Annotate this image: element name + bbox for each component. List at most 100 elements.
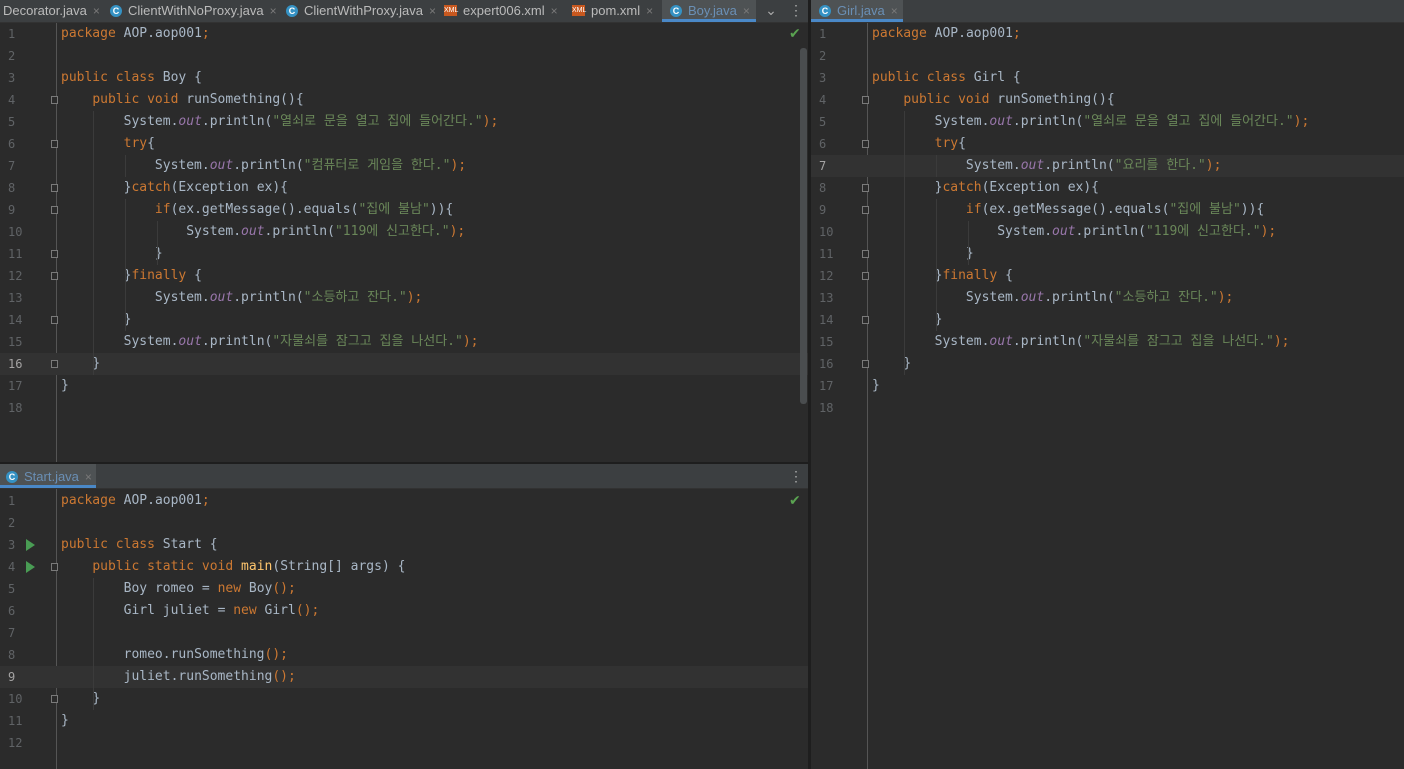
code-line[interactable]: 4 public void runSomething(){	[811, 89, 1404, 111]
fold-marker-icon[interactable]	[51, 563, 58, 571]
code-line[interactable]: 15 System.out.println("자물쇠를 잠그고 집을 나선다."…	[0, 331, 808, 353]
code-line[interactable]: 12 }finally {	[811, 265, 1404, 287]
code-line[interactable]: 1 package AOP.aop001;	[0, 23, 808, 45]
fold-marker-icon[interactable]	[862, 360, 869, 368]
close-icon[interactable]: ×	[85, 470, 92, 484]
code-line[interactable]: 5 System.out.println("열쇠로 문을 열고 집에 들어간다.…	[0, 111, 808, 133]
tab-decorator[interactable]: Decorator.java ×	[0, 0, 100, 22]
code-line[interactable]: 16 }	[811, 353, 1404, 375]
fold-marker-icon[interactable]	[862, 184, 869, 192]
code-line[interactable]: 11}	[0, 710, 808, 732]
tab-expert006-xml[interactable]: XML expert006.xml ×	[440, 0, 562, 22]
fold-marker-icon[interactable]	[862, 140, 869, 148]
bottom-tab-bar: C Start.java × ⋮	[0, 464, 808, 489]
code-line[interactable]: 12	[0, 732, 808, 754]
code-line[interactable]: 13 System.out.println("소등하고 잔다.");	[0, 287, 808, 309]
tab-list-dropdown-icon[interactable]: ⌄	[759, 0, 783, 22]
code-line[interactable]: 14 }	[811, 309, 1404, 331]
code-line[interactable]: 9 if(ex.getMessage().equals("집에 불남")){	[811, 199, 1404, 221]
code-line[interactable]: 1 package AOP.aop001;	[0, 490, 808, 512]
code-line[interactable]: 18	[0, 397, 808, 419]
code-line[interactable]: 17}	[0, 375, 808, 397]
code-line[interactable]: 13 System.out.println("소등하고 잔다.");	[811, 287, 1404, 309]
fold-marker-icon[interactable]	[51, 250, 58, 258]
close-icon[interactable]: ×	[646, 4, 653, 18]
line-number: 4	[8, 93, 16, 107]
tab-client-with-proxy[interactable]: C ClientWithProxy.java ×	[280, 0, 436, 22]
fold-marker-icon[interactable]	[51, 360, 58, 368]
more-options-icon[interactable]: ⋮	[784, 464, 808, 488]
code-line[interactable]: 9 juliet.runSomething();	[0, 666, 808, 688]
fold-marker-icon[interactable]	[862, 206, 869, 214]
code-line[interactable]: 18	[811, 397, 1404, 419]
tab-pom-xml[interactable]: XML pom.xml ×	[568, 0, 660, 22]
tab-client-with-no-proxy[interactable]: C ClientWithNoProxy.java ×	[104, 0, 277, 22]
fold-marker-icon[interactable]	[51, 695, 58, 703]
fold-marker-icon[interactable]	[51, 272, 58, 280]
close-icon[interactable]: ×	[93, 4, 100, 18]
code-line[interactable]: 4 public void runSomething(){	[0, 89, 808, 111]
fold-marker-icon[interactable]	[51, 184, 58, 192]
code-line[interactable]: 4 public static void main(String[] args)…	[0, 556, 808, 578]
close-icon[interactable]: ×	[429, 4, 436, 18]
tab-boy-java[interactable]: C Boy.java ×	[662, 0, 756, 22]
more-options-icon[interactable]: ⋮	[784, 0, 808, 22]
code-line[interactable]: 7 System.out.println("요리를 한다.");	[811, 155, 1404, 177]
fold-marker-icon[interactable]	[862, 96, 869, 104]
code-line[interactable]: 11 }	[811, 243, 1404, 265]
code-line[interactable]: 7 System.out.println("컴퓨터로 게임을 한다.");	[0, 155, 808, 177]
code-line[interactable]: 3 public class Start {	[0, 534, 808, 556]
code-line[interactable]: 8 }catch(Exception ex){	[0, 177, 808, 199]
code-line[interactable]: 8 romeo.runSomething();	[0, 644, 808, 666]
fold-marker-icon[interactable]	[862, 250, 869, 258]
fold-marker-icon[interactable]	[862, 272, 869, 280]
run-gutter-icon[interactable]	[26, 561, 35, 573]
code-line[interactable]: 10 System.out.println("119에 신고한다.");	[811, 221, 1404, 243]
code-line[interactable]: 7	[0, 622, 808, 644]
fold-marker-icon[interactable]	[51, 316, 58, 324]
code-line[interactable]: 5 Boy romeo = new Boy();	[0, 578, 808, 600]
code-line[interactable]: 11 }	[0, 243, 808, 265]
close-icon[interactable]: ×	[743, 4, 750, 18]
code-line[interactable]: 6 try{	[811, 133, 1404, 155]
tab-start-java[interactable]: C Start.java ×	[0, 464, 96, 488]
code-line[interactable]: 3 public class Girl {	[811, 67, 1404, 89]
no-problems-check-icon: ✔	[789, 26, 801, 42]
code-line[interactable]: 10 }	[0, 688, 808, 710]
code-area[interactable]: 1 package AOP.aop001; 2 3 public class Girl …	[811, 23, 1404, 769]
xml-file-icon: XML	[572, 5, 587, 17]
code-text: }	[61, 713, 69, 728]
line-number: 14	[819, 313, 834, 327]
fold-marker-icon[interactable]	[51, 96, 58, 104]
code-line[interactable]: 15 System.out.println("자물쇠를 잠그고 집을 나선다."…	[811, 331, 1404, 353]
fold-marker-icon[interactable]	[51, 206, 58, 214]
code-line[interactable]: 9 if(ex.getMessage().equals("집에 불남")){	[0, 199, 808, 221]
code-line[interactable]: 16 }	[0, 353, 808, 375]
code-line[interactable]: 5 System.out.println("열쇠로 문을 열고 집에 들어간다.…	[811, 111, 1404, 133]
code-line[interactable]: 12 }finally {	[0, 265, 808, 287]
code-line[interactable]: 1 package AOP.aop001;	[811, 23, 1404, 45]
code-line[interactable]: 6 try{	[0, 133, 808, 155]
code-area[interactable]: 1 package AOP.aop001; 2 3 public class Start…	[0, 490, 808, 769]
code-line[interactable]: 14 }	[0, 309, 808, 331]
code-line[interactable]: 10 System.out.println("119에 신고한다.");	[0, 221, 808, 243]
fold-marker-icon[interactable]	[51, 140, 58, 148]
code-line[interactable]: 2	[0, 45, 808, 67]
code-line[interactable]: 8 }catch(Exception ex){	[811, 177, 1404, 199]
close-icon[interactable]: ×	[270, 4, 277, 18]
close-icon[interactable]: ×	[551, 4, 558, 18]
line-number: 3	[819, 71, 827, 85]
fold-marker-icon[interactable]	[862, 316, 869, 324]
code-line[interactable]: 3 public class Boy {	[0, 67, 808, 89]
xml-file-icon: XML	[444, 5, 459, 17]
code-line[interactable]: 2	[0, 512, 808, 534]
code-text: System.out.println("소등하고 잔다.");	[154, 290, 423, 305]
code-line[interactable]: 6 Girl juliet = new Girl();	[0, 600, 808, 622]
code-area[interactable]: 1 package AOP.aop001; 2 3 public class Boy {…	[0, 23, 808, 462]
run-gutter-icon[interactable]	[26, 539, 35, 551]
code-line[interactable]: 17}	[811, 375, 1404, 397]
close-icon[interactable]: ×	[891, 4, 898, 18]
vertical-scrollbar[interactable]	[800, 48, 807, 404]
tab-girl-java[interactable]: C Girl.java ×	[811, 0, 903, 22]
code-line[interactable]: 2	[811, 45, 1404, 67]
